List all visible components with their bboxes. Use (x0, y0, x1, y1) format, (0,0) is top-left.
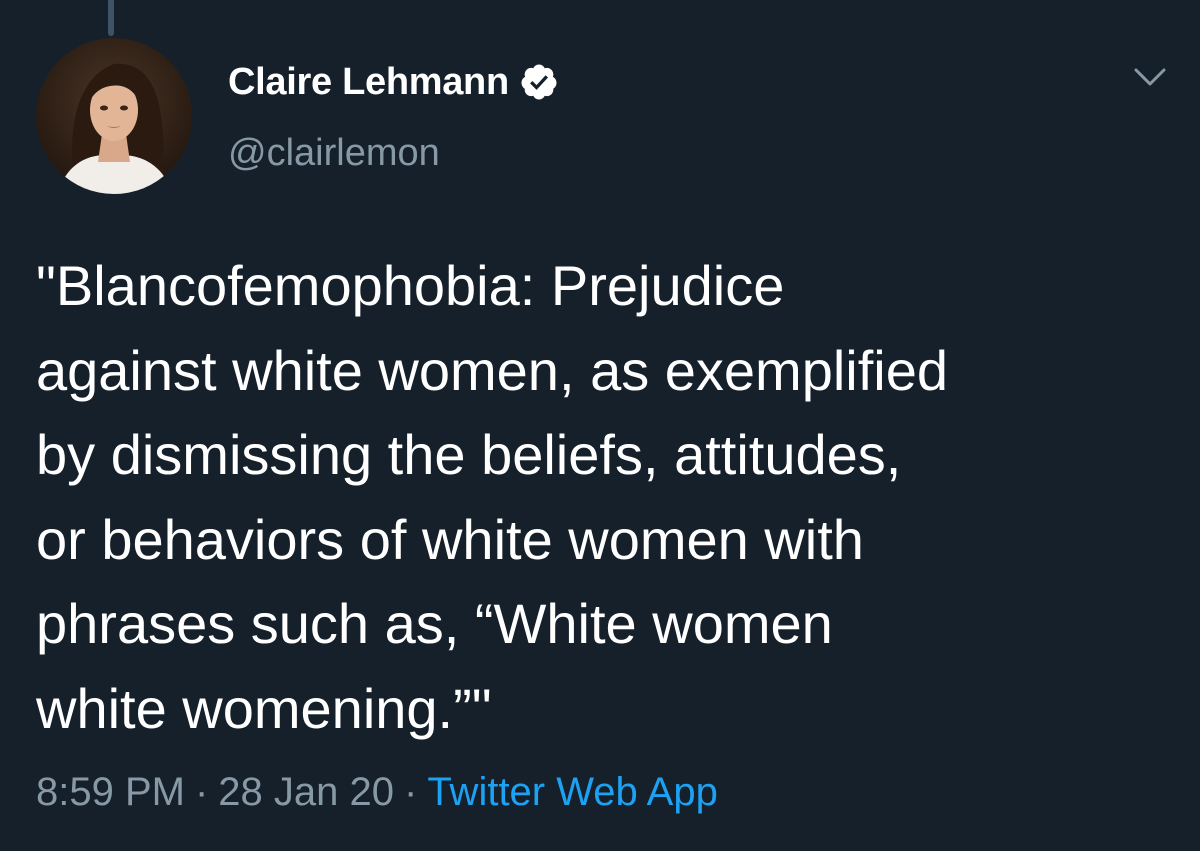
verified-badge-icon (521, 64, 557, 100)
tweet-metadata: 8:59 PM · 28 Jan 20 · Twitter Web App (36, 770, 718, 815)
avatar[interactable] (36, 38, 192, 194)
tweet-text: "Blancofemophobia: Prejudice against whi… (36, 244, 1176, 751)
chevron-down-icon[interactable] (1130, 62, 1170, 92)
thread-connector-line (108, 0, 114, 36)
tweet-text-line: by dismissing the beliefs, attitudes, (36, 423, 902, 486)
tweet-date[interactable]: 28 Jan 20 (218, 770, 394, 815)
tweet-text-line: white womening.”" (36, 676, 492, 740)
tweet-text-line: "Blancofemophobia: Prejudice (36, 254, 785, 317)
avatar-photo (36, 38, 192, 194)
author-name-row[interactable]: Claire Lehmann (228, 58, 559, 106)
author-handle[interactable]: @clairlemon (228, 132, 440, 175)
tweet-source-link[interactable]: Twitter Web App (427, 770, 718, 815)
display-name[interactable]: Claire Lehmann (228, 61, 509, 104)
tweet-text-line: or behaviors of white women with (36, 507, 864, 571)
meta-separator: · (194, 770, 209, 814)
tweet-text-line: phrases such as, “White women (36, 592, 833, 655)
tweet-text-line: against white women, as exemplified (36, 338, 949, 402)
tweet-time[interactable]: 8:59 PM (36, 770, 185, 815)
meta-separator: · (404, 770, 418, 814)
tweet-card: Claire Lehmann @clairlemon "Blancofemoph… (0, 0, 1200, 851)
